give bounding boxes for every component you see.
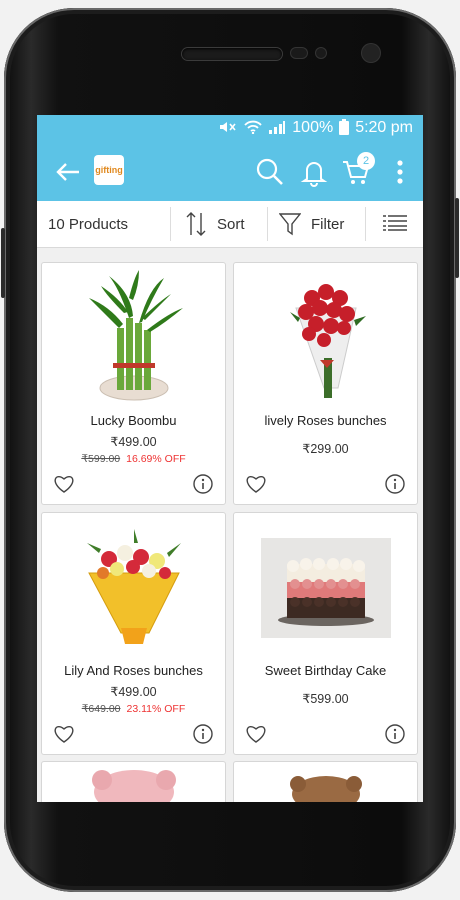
price-info: ₹599.00 16.69% OFF <box>42 453 225 465</box>
product-count: 10 Products <box>48 215 129 233</box>
power-button <box>455 198 459 278</box>
front-camera <box>362 44 380 62</box>
info-icon[interactable] <box>385 724 405 744</box>
sort-icon <box>186 212 206 236</box>
volume-button <box>1 228 5 298</box>
mute-icon <box>218 120 238 137</box>
product-card[interactable]: Lucky Boombu ₹499.00 ₹599.00 16.69% OFF <box>41 262 226 505</box>
product-image[interactable] <box>234 513 417 663</box>
product-card[interactable]: lively Roses bunches ₹299.00 <box>233 262 418 505</box>
logo-text: gifting <box>95 165 123 175</box>
product-name[interactable]: lively Roses bunches <box>234 413 417 428</box>
product-card-partial[interactable] <box>233 761 418 802</box>
heart-icon[interactable] <box>53 474 75 494</box>
divider <box>267 207 268 241</box>
product-price: ₹599.00 <box>302 692 349 706</box>
divider <box>365 207 366 241</box>
teddy-bear-image <box>92 770 176 802</box>
status-bar: 100% 5:20 pm <box>37 115 423 141</box>
cart-count-badge: 2 <box>357 152 375 170</box>
product-name[interactable]: Lucky Boombu <box>42 413 225 428</box>
discount-label: 16.69% OFF <box>126 453 186 465</box>
heart-icon[interactable] <box>245 474 267 494</box>
product-image[interactable] <box>42 513 225 663</box>
list-view-icon[interactable] <box>383 214 407 236</box>
battery-icon <box>339 118 350 138</box>
product-image[interactable] <box>42 263 225 413</box>
info-icon[interactable] <box>193 724 213 744</box>
more-options-icon[interactable] <box>385 157 415 187</box>
app-bar: gifting 2 <box>37 141 423 201</box>
app-logo[interactable]: gifting <box>94 155 124 185</box>
product-image[interactable] <box>234 263 417 413</box>
signal-icon <box>268 120 286 137</box>
product-name[interactable]: Lily And Roses bunches <box>42 663 225 678</box>
product-price: ₹499.00 <box>110 685 157 699</box>
original-price: ₹599.00 <box>81 453 121 465</box>
app-screen: 100% 5:20 pm gifting 2 10 Products Sort <box>37 115 423 802</box>
earpiece <box>182 48 282 60</box>
search-icon[interactable] <box>255 157 285 187</box>
list-toolbar: 10 Products Sort Filter <box>37 201 423 248</box>
back-arrow-icon[interactable] <box>51 155 85 189</box>
proximity-sensor <box>291 48 307 58</box>
filter-button[interactable]: Filter <box>279 212 344 236</box>
product-card[interactable]: Lily And Roses bunches ₹499.00 ₹649.00 23… <box>41 512 226 755</box>
heart-icon[interactable] <box>53 724 75 744</box>
clock: 5:20 pm <box>355 119 413 136</box>
teddy-bear-image <box>290 776 362 802</box>
sort-label: Sort <box>217 215 245 233</box>
original-price: ₹649.00 <box>81 703 121 715</box>
bell-icon[interactable] <box>299 157 329 187</box>
info-icon[interactable] <box>193 474 213 494</box>
info-icon[interactable] <box>385 474 405 494</box>
filter-label: Filter <box>311 215 345 233</box>
price-info: ₹649.00 23.11% OFF <box>42 703 225 715</box>
sort-button[interactable]: Sort <box>185 211 245 237</box>
product-card-partial[interactable] <box>41 761 226 802</box>
light-sensor <box>316 48 326 58</box>
heart-icon[interactable] <box>245 724 267 744</box>
product-name[interactable]: Sweet Birthday Cake <box>234 663 417 678</box>
discount-label: 23.11% OFF <box>126 703 186 715</box>
wifi-icon <box>244 120 262 137</box>
product-price: ₹299.00 <box>302 442 349 456</box>
divider <box>170 207 171 241</box>
product-price: ₹499.00 <box>110 435 157 449</box>
battery-percent: 100% <box>292 119 334 136</box>
filter-icon <box>279 213 301 236</box>
product-card[interactable]: Sweet Birthday Cake ₹599.00 <box>233 512 418 755</box>
